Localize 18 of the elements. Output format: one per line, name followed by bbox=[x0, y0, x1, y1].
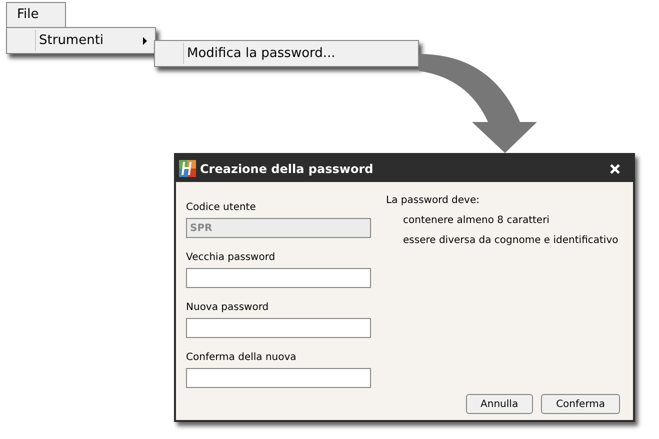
dialog-button[interactable]: Conferma bbox=[541, 394, 620, 414]
curved-arrow-icon bbox=[419, 54, 537, 153]
input-field[interactable] bbox=[186, 368, 371, 388]
field-label: Vecchia password bbox=[186, 252, 276, 264]
app-logo-icon bbox=[179, 160, 196, 177]
input-field[interactable] bbox=[186, 268, 371, 288]
input-field[interactable] bbox=[186, 318, 371, 338]
window-title: Creazione della password bbox=[200, 160, 374, 178]
field-label: Nuova password bbox=[186, 302, 270, 314]
rules-heading: La password deve: bbox=[386, 195, 480, 207]
field-label: Codice utente bbox=[186, 202, 257, 214]
dialog-button[interactable]: Annulla bbox=[466, 394, 534, 414]
menu-item[interactable]: Strumenti bbox=[7, 28, 155, 53]
rule-item: contenere almeno 8 caratteri bbox=[403, 215, 550, 227]
rule-item: essere diversa da cognome e identificativo bbox=[403, 235, 618, 247]
menu-item[interactable]: Modifica la password... bbox=[155, 41, 418, 66]
field-label: Conferma della nuova bbox=[186, 352, 298, 364]
close-icon[interactable] bbox=[610, 164, 620, 174]
